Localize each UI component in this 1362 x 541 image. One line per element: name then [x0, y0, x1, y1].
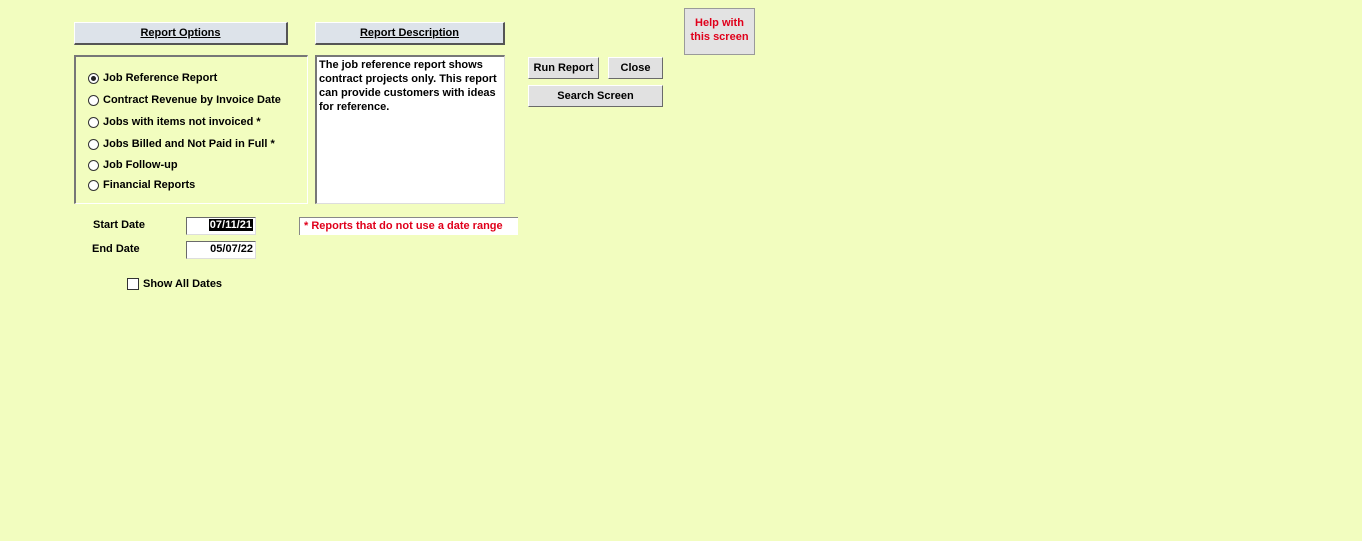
radio-icon[interactable] [88, 116, 99, 128]
start-date-value: 07/11/21 [208, 219, 253, 231]
option-label: Jobs with items not invoiced * [103, 116, 261, 128]
help-label-line2: this screen [690, 31, 749, 43]
end-date-input[interactable]: 05/07/22 [186, 241, 256, 259]
option-label: Contract Revenue by Invoice Date [103, 94, 281, 106]
option-job-follow-up[interactable]: Job Follow-up [88, 157, 178, 173]
report-options-group: Job Reference Report Contract Revenue by… [74, 55, 308, 204]
help-label-line1: Help with [695, 17, 744, 29]
option-label: Job Reference Report [103, 72, 218, 84]
option-contract-revenue[interactable]: Contract Revenue by Invoice Date [88, 92, 281, 108]
option-jobs-not-invoiced[interactable]: Jobs with items not invoiced * [88, 114, 261, 130]
radio-icon[interactable] [88, 179, 99, 191]
show-all-dates-checkbox-row[interactable]: Show All Dates [127, 278, 222, 290]
option-job-reference-report[interactable]: Job Reference Report [88, 70, 217, 86]
search-screen-button[interactable]: Search Screen [528, 85, 663, 107]
report-options-header-button[interactable]: Report Options [74, 22, 288, 45]
option-financial-reports[interactable]: Financial Reports [88, 177, 195, 193]
option-label: Job Follow-up [103, 159, 178, 171]
report-description-header-button[interactable]: Report Description [315, 22, 505, 45]
run-report-button[interactable]: Run Report [528, 57, 599, 79]
radio-icon[interactable] [88, 138, 99, 150]
option-label: Financial Reports [103, 179, 196, 191]
option-jobs-billed-not-paid[interactable]: Jobs Billed and Not Paid in Full * [88, 136, 275, 152]
end-date-value: 05/07/22 [210, 243, 253, 255]
radio-icon[interactable] [88, 159, 99, 171]
radio-selected-icon[interactable] [88, 72, 99, 84]
option-label: Jobs Billed and Not Paid in Full * [103, 138, 275, 150]
date-range-note: * Reports that do not use a date range [299, 217, 518, 235]
report-description-text: The job reference report shows contract … [315, 55, 505, 204]
close-button[interactable]: Close [608, 57, 663, 79]
show-all-dates-checkbox[interactable] [127, 278, 139, 290]
radio-icon[interactable] [88, 94, 99, 106]
start-date-label: Start Date [93, 219, 145, 231]
end-date-label: End Date [92, 243, 140, 255]
help-button[interactable]: Help with this screen [684, 8, 755, 55]
show-all-dates-label: Show All Dates [143, 278, 223, 290]
start-date-input[interactable]: 07/11/21 [186, 217, 256, 235]
